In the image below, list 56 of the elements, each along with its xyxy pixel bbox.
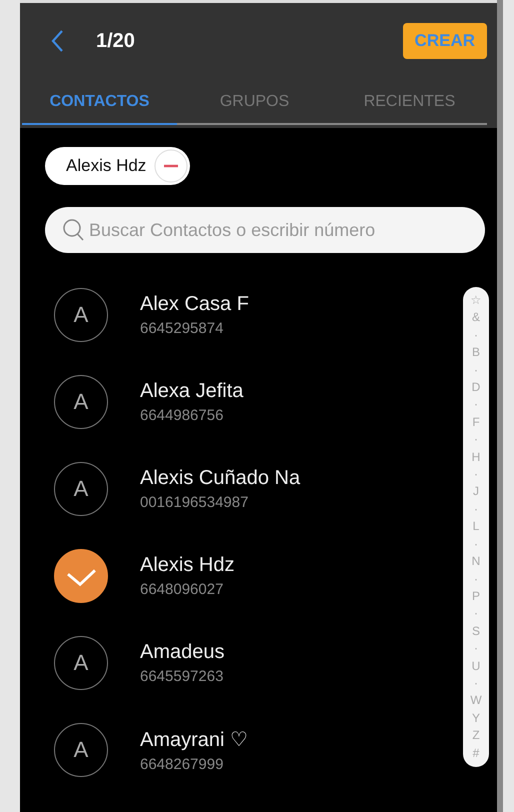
check-icon[interactable] <box>54 548 108 602</box>
contact-name: Amayrani ♡ <box>140 728 248 752</box>
index-letter[interactable]: S <box>472 622 480 640</box>
back-icon[interactable] <box>50 29 64 53</box>
contact-name: Alexis Hdz <box>140 554 234 576</box>
search-field[interactable]: Buscar Contactos o escribir número <box>45 207 485 253</box>
index-letter[interactable]: · <box>474 605 478 623</box>
phone-number: 6648096027 <box>140 580 224 598</box>
index-letter[interactable]: · <box>474 466 478 484</box>
avatar[interactable]: A <box>54 722 108 776</box>
index-letter[interactable]: B <box>472 344 480 362</box>
tab[interactable]: RECIENTES <box>332 79 487 125</box>
chip-label: Alexis Hdz <box>66 156 146 176</box>
index-letter[interactable]: N <box>472 553 480 570</box>
contact-name: Alex Casa F <box>140 292 249 316</box>
index-letter[interactable]: · <box>474 396 478 414</box>
index-letter[interactable]: W <box>470 692 482 710</box>
contact-name: Amadeus <box>140 640 224 664</box>
avatar[interactable]: A <box>54 374 108 428</box>
index-letter[interactable]: · <box>474 674 478 692</box>
index-letter[interactable]: U <box>472 658 480 675</box>
tab[interactable]: CONTACTOS <box>22 79 177 125</box>
index-letter[interactable]: & <box>472 309 480 327</box>
index-letter[interactable]: · <box>474 536 478 554</box>
index-letter[interactable]: D <box>472 379 480 396</box>
index-letter[interactable]: Z <box>472 727 480 745</box>
phone-number: 6645295874 <box>140 320 224 336</box>
index-letter[interactable]: · <box>474 500 478 518</box>
phone-number: 6644986756 <box>140 406 224 424</box>
phone-number: 0016196534987 <box>140 494 250 510</box>
phone-number: 6645597263 <box>140 668 224 684</box>
alphabet-index[interactable]: ☆ & · B · D · F · H · J · L · N · P · S · U · W Y Z # <box>463 287 489 767</box>
index-letter[interactable]: · <box>474 326 478 344</box>
index-letter[interactable]: P <box>472 588 480 606</box>
contact-chip[interactable]: Alexis Hdz <box>45 147 190 185</box>
avatar[interactable]: A <box>54 462 108 516</box>
avatar[interactable]: A <box>54 636 108 690</box>
index-letter[interactable]: ☆ <box>470 292 482 310</box>
index-letter[interactable]: · <box>474 570 478 588</box>
index-letter[interactable]: # <box>472 744 480 762</box>
index-letter[interactable]: · <box>474 431 478 449</box>
index-letter[interactable]: · <box>474 640 478 658</box>
create-button[interactable]: CREAR <box>402 23 487 59</box>
index-letter[interactable]: · <box>474 362 478 380</box>
avatar[interactable]: A <box>54 288 108 342</box>
index-letter[interactable]: J <box>473 483 479 501</box>
index-letter[interactable]: H <box>472 448 480 466</box>
remove-icon[interactable] <box>154 149 188 183</box>
contact-name: Alexis Cuñado Na <box>140 466 300 490</box>
tab[interactable]: GRUPOS <box>177 79 332 125</box>
phone-number: 6648267999 <box>140 756 224 772</box>
index-letter[interactable]: L <box>472 518 480 536</box>
index-letter[interactable]: Y <box>472 710 480 728</box>
contact-name: Alexa Jefita <box>140 380 244 402</box>
index-letter[interactable]: F <box>472 414 480 432</box>
selection-count: 1/20 <box>96 30 135 52</box>
